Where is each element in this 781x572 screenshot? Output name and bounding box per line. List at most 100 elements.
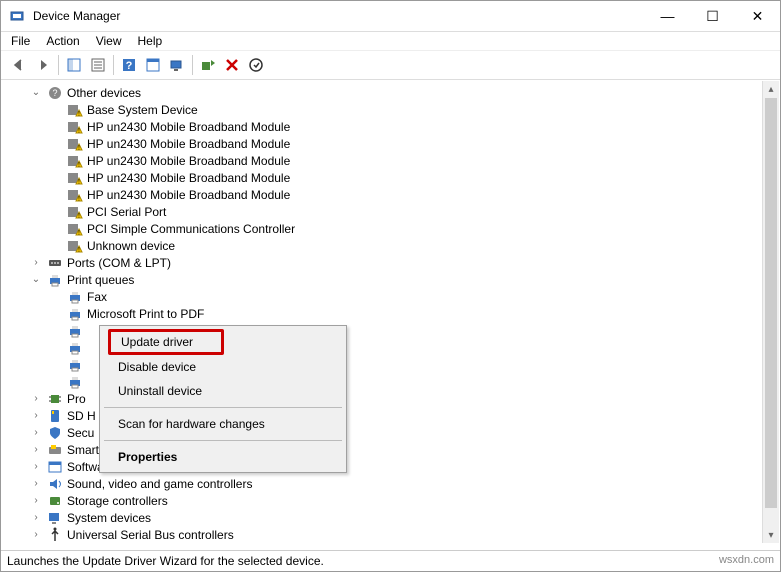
statusbar: Launches the Update Driver Wizard for th… [1, 550, 780, 571]
sound-icon [47, 476, 63, 492]
forward-button[interactable] [31, 53, 55, 77]
tree-item-label[interactable]: Microsoft Print to PDF [87, 307, 204, 321]
expander-icon[interactable]: › [29, 494, 43, 508]
help-button[interactable]: ? [117, 53, 141, 77]
expander-icon[interactable]: › [29, 426, 43, 440]
menu-view[interactable]: View [96, 34, 122, 48]
ports-icon [47, 255, 63, 271]
ctx-uninstall-device[interactable]: Uninstall device [102, 379, 344, 403]
titlebar[interactable]: Device Manager — ☐ ✕ [1, 1, 780, 32]
expander-icon[interactable]: ⌄ [29, 86, 43, 100]
tree-item-label[interactable]: Storage controllers [67, 494, 168, 508]
warning-device-icon: ! [67, 119, 83, 135]
warning-device-icon: ! [67, 136, 83, 152]
svg-text:!: ! [78, 230, 80, 237]
app-icon [9, 8, 25, 24]
warning-device-icon: ! [67, 153, 83, 169]
expander-icon[interactable]: › [29, 477, 43, 491]
ctx-update-driver[interactable]: Update driver [121, 335, 211, 349]
printer-icon [67, 306, 83, 322]
scrollbar[interactable]: ▴ ▾ [762, 81, 779, 543]
scroll-down-icon[interactable]: ▾ [763, 527, 779, 543]
tree-item-label[interactable]: Universal Serial Bus controllers [67, 528, 234, 542]
security-icon [47, 425, 63, 441]
tree-item-label[interactable]: System devices [67, 511, 151, 525]
back-button[interactable] [7, 53, 31, 77]
expander-icon[interactable]: › [29, 511, 43, 525]
tree-item-label[interactable]: Unknown device [87, 239, 175, 253]
warning-device-icon: ! [67, 187, 83, 203]
tree-item-label[interactable]: HP un2430 Mobile Broadband Module [87, 188, 290, 202]
warning-device-icon: ! [67, 170, 83, 186]
printer-icon [67, 323, 83, 339]
separator [104, 440, 342, 441]
ctx-properties[interactable]: Properties [102, 445, 344, 469]
action-button[interactable] [141, 53, 165, 77]
tree-item-label[interactable]: Secu [67, 426, 94, 440]
scroll-thumb[interactable] [765, 98, 777, 508]
expander-icon[interactable]: › [29, 460, 43, 474]
tree-item-label[interactable]: HP un2430 Mobile Broadband Module [87, 171, 290, 185]
device-tree[interactable]: ⌄? Other devices ! Base System Device ! HP … [1, 80, 780, 555]
tree-item-label[interactable]: Other devices [67, 86, 141, 100]
svg-text:!: ! [78, 145, 80, 152]
toolbar: ? [1, 51, 780, 80]
usb-icon [47, 527, 63, 543]
expander-icon[interactable]: › [29, 256, 43, 270]
tree-item-label[interactable]: Sound, video and game controllers [67, 477, 252, 491]
properties-button[interactable] [86, 53, 110, 77]
scan-button[interactable] [165, 53, 189, 77]
menu-help[interactable]: Help [138, 34, 163, 48]
svg-text:!: ! [78, 213, 80, 220]
tree-item-label[interactable]: HP un2430 Mobile Broadband Module [87, 154, 290, 168]
svg-text:?: ? [126, 60, 133, 72]
highlight-annotation: Update driver [108, 329, 224, 355]
menu-file[interactable]: File [11, 34, 30, 48]
svg-text:?: ? [52, 88, 57, 98]
enable-button[interactable] [244, 53, 268, 77]
expander-icon[interactable]: › [29, 443, 43, 457]
printer-icon [47, 272, 63, 288]
maximize-button[interactable]: ☐ [690, 1, 735, 31]
tree-item-label[interactable]: Base System Device [87, 103, 198, 117]
close-button[interactable]: ✕ [735, 1, 780, 31]
tree-item-label[interactable]: SD H [67, 409, 96, 423]
svg-text:!: ! [78, 128, 80, 135]
storage-icon [47, 493, 63, 509]
tree-item-label[interactable]: PCI Simple Communications Controller [87, 222, 295, 236]
printer-icon [67, 374, 83, 390]
ctx-disable-device[interactable]: Disable device [102, 355, 344, 379]
update-driver-button[interactable] [196, 53, 220, 77]
sd-icon [47, 408, 63, 424]
system-icon [47, 510, 63, 526]
expander-icon[interactable]: › [29, 409, 43, 423]
card-reader-icon [47, 442, 63, 458]
tree-item-label[interactable]: HP un2430 Mobile Broadband Module [87, 120, 290, 134]
tree-item-label[interactable]: Ports (COM & LPT) [67, 256, 171, 270]
show-hide-button[interactable] [62, 53, 86, 77]
uninstall-button[interactable] [220, 53, 244, 77]
window-title: Device Manager [33, 9, 645, 23]
menu-action[interactable]: Action [46, 34, 79, 48]
expander-icon[interactable]: ⌄ [29, 273, 43, 287]
status-text: Launches the Update Driver Wizard for th… [7, 554, 324, 568]
tree-item-label[interactable]: Print queues [67, 273, 134, 287]
warning-device-icon: ! [67, 238, 83, 254]
tree-item-label[interactable]: Fax [87, 290, 107, 304]
software-icon [47, 459, 63, 475]
warning-device-icon: ! [67, 221, 83, 237]
expander-icon[interactable]: › [29, 392, 43, 406]
svg-text:!: ! [78, 196, 80, 203]
printer-icon [67, 340, 83, 356]
ctx-scan-hardware[interactable]: Scan for hardware changes [102, 412, 344, 436]
svg-text:!: ! [78, 162, 80, 169]
tree-item-label[interactable]: HP un2430 Mobile Broadband Module [87, 137, 290, 151]
printer-icon [67, 289, 83, 305]
svg-text:!: ! [78, 111, 80, 118]
tree-item-label[interactable]: PCI Serial Port [87, 205, 166, 219]
tree-item-label[interactable]: Pro [67, 392, 86, 406]
minimize-button[interactable]: — [645, 1, 690, 31]
warning-category-icon: ? [47, 85, 63, 101]
scroll-up-icon[interactable]: ▴ [763, 81, 779, 97]
expander-icon[interactable]: › [29, 528, 43, 542]
